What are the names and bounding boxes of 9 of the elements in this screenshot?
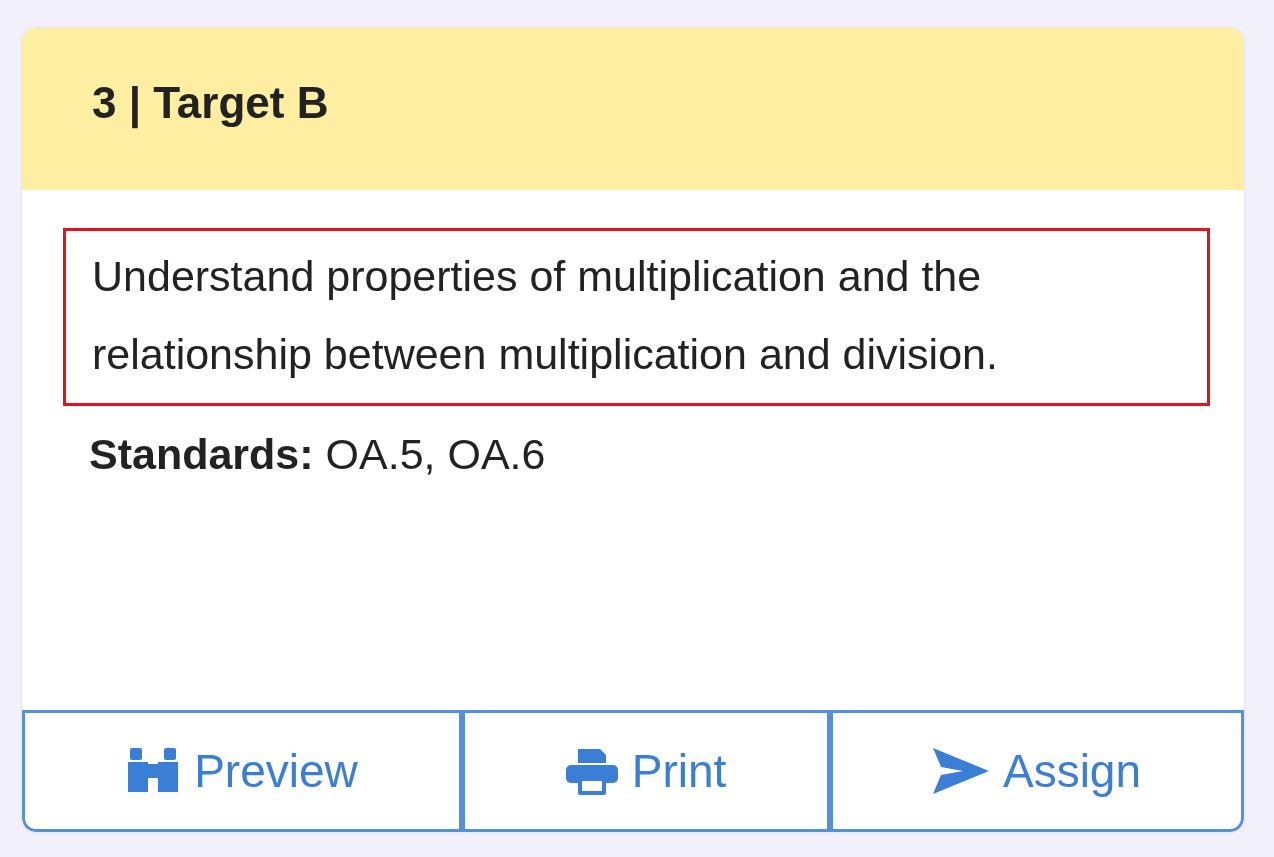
printer-icon — [565, 747, 618, 795]
card-title: 3 | Target B — [92, 78, 329, 128]
preview-button[interactable]: Preview — [22, 710, 462, 832]
standards-text: Standards: OA.5, OA.6 — [89, 430, 547, 479]
print-button[interactable]: Print — [462, 710, 830, 832]
binoculars-icon — [126, 748, 181, 794]
paper-plane-icon — [932, 748, 989, 794]
assign-button[interactable]: Assign — [830, 710, 1244, 832]
description-text: Understand properties of multiplication and the relationship between multiplication and division. — [63, 228, 1210, 406]
